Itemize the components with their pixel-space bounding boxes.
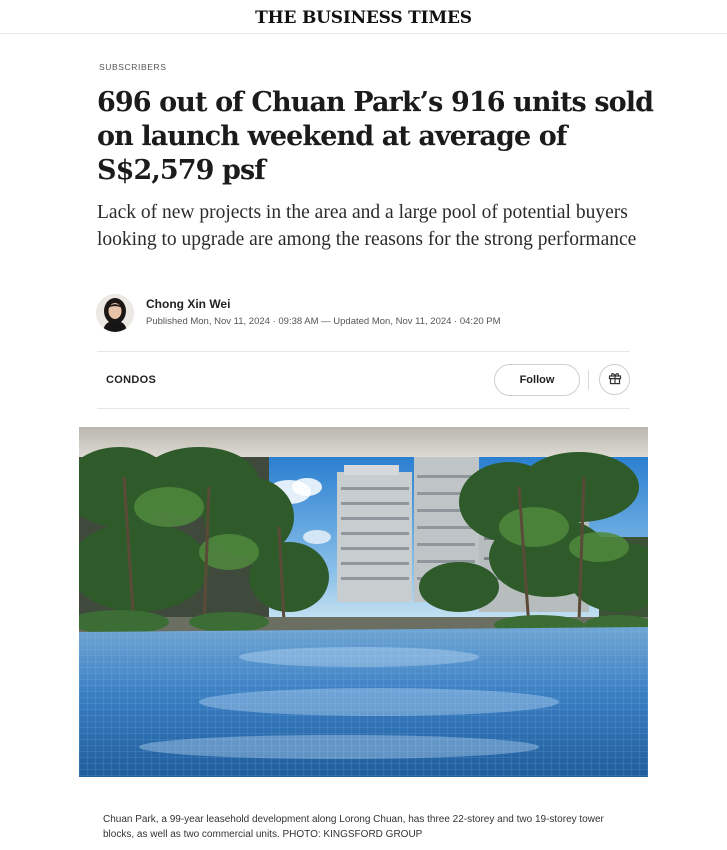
gift-icon bbox=[608, 371, 622, 388]
image-caption: Chuan Park, a 99-year leasehold developm… bbox=[103, 814, 604, 840]
article-hero-image bbox=[79, 427, 648, 806]
gift-article-button[interactable] bbox=[599, 364, 630, 395]
follow-button[interactable]: Follow bbox=[494, 364, 580, 396]
publish-date: Published Mon, Nov 11, 2024 · 09:38 AM —… bbox=[146, 316, 501, 327]
author-name[interactable]: Chong Xin Wei bbox=[146, 297, 230, 311]
author-avatar[interactable] bbox=[96, 294, 134, 332]
byline: Chong Xin Wei Published Mon, Nov 11, 202… bbox=[96, 294, 596, 334]
site-logo[interactable]: THE BUSINESS TIMES bbox=[255, 8, 472, 28]
topic-bar: CONDOS Follow bbox=[97, 351, 630, 409]
topic-tag-condos[interactable]: CONDOS bbox=[106, 374, 156, 386]
divider bbox=[588, 370, 589, 390]
masthead: THE BUSINESS TIMES bbox=[0, 0, 727, 34]
subscribers-label: SUBSCRIBERS bbox=[99, 62, 167, 72]
article-standfirst: Lack of new projects in the area and a l… bbox=[97, 202, 637, 250]
article-headline: 696 out of Chuan Park’s 916 units sold o… bbox=[97, 87, 654, 186]
